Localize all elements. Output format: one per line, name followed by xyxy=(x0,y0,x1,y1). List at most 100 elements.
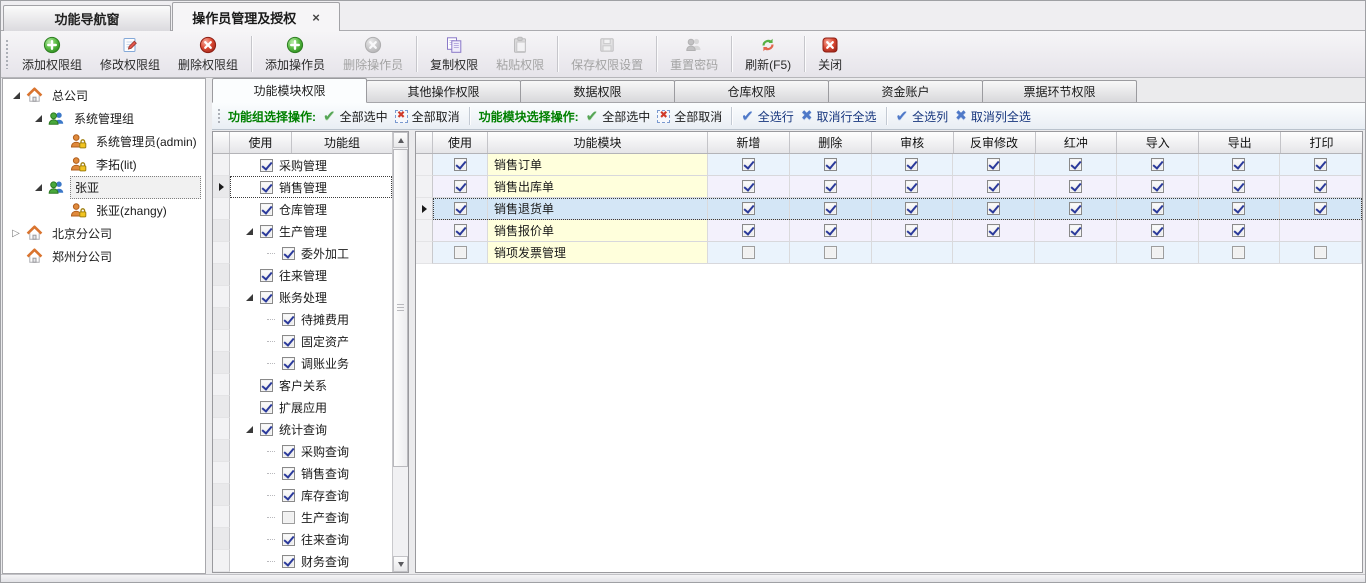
permission-checkbox[interactable] xyxy=(905,202,918,215)
permission-checkbox[interactable] xyxy=(1069,202,1082,215)
permission-checkbox[interactable] xyxy=(824,246,837,259)
scrollbar-thumb[interactable] xyxy=(393,149,408,467)
function-group-row-3[interactable]: 生产管理 xyxy=(213,220,392,242)
permission-checkbox[interactable] xyxy=(742,180,755,193)
permission-checkbox[interactable] xyxy=(824,202,837,215)
function-group-row-2[interactable]: 仓库管理 xyxy=(213,198,392,220)
function-group-row-9[interactable]: 调账业务 xyxy=(213,352,392,374)
permission-checkbox[interactable] xyxy=(1069,224,1082,237)
module-row-0[interactable]: 销售订单 xyxy=(416,154,1362,176)
function-group-row-6[interactable]: 账务处理 xyxy=(213,286,392,308)
scroll-down-icon[interactable] xyxy=(393,556,408,572)
function-group-row-0[interactable]: 采购管理 xyxy=(213,154,392,176)
function-group-row-16[interactable]: 生产查询 xyxy=(213,506,392,528)
use-checkbox[interactable] xyxy=(260,203,273,216)
permission-checkbox[interactable] xyxy=(905,180,918,193)
use-checkbox[interactable] xyxy=(260,269,273,282)
delete-operator-button[interactable]: 删除操作员 xyxy=(334,31,412,77)
function-group-row-15[interactable]: 库存查询 xyxy=(213,484,392,506)
permission-checkbox[interactable] xyxy=(1151,246,1164,259)
use-checkbox[interactable] xyxy=(282,445,295,458)
paste-permission-button[interactable]: 粘贴权限 xyxy=(487,31,553,77)
use-checkbox[interactable] xyxy=(454,246,467,259)
permission-checkbox[interactable] xyxy=(742,158,755,171)
edit-permission-group-button[interactable]: 修改权限组 xyxy=(91,31,169,77)
delete-permission-group-button[interactable]: 删除权限组 xyxy=(169,31,247,77)
select-all-cols-button[interactable]: ✔全选列 xyxy=(896,108,949,125)
close-tab-icon[interactable]: × xyxy=(312,11,320,24)
function-group-row-17[interactable]: 往来查询 xyxy=(213,528,392,550)
use-checkbox[interactable] xyxy=(260,181,273,194)
use-checkbox[interactable] xyxy=(454,158,467,171)
use-checkbox[interactable] xyxy=(282,467,295,480)
org-tree-item-6[interactable]: ▷北京分公司 xyxy=(3,222,205,245)
deselect-all-rows-button[interactable]: ✖取消行全选 xyxy=(801,108,877,125)
org-tree-item-7[interactable]: 郑州分公司 xyxy=(3,245,205,268)
permission-checkbox[interactable] xyxy=(742,246,755,259)
permission-tab-5[interactable]: 票据环节权限 xyxy=(982,80,1137,102)
save-permission-button[interactable]: 保存权限设置 xyxy=(562,31,652,77)
permission-checkbox[interactable] xyxy=(742,224,755,237)
use-checkbox[interactable] xyxy=(454,224,467,237)
permission-checkbox[interactable] xyxy=(905,224,918,237)
function-group-row-18[interactable]: 财务查询 xyxy=(213,550,392,572)
function-group-row-12[interactable]: 统计查询 xyxy=(213,418,392,440)
use-checkbox[interactable] xyxy=(260,291,273,304)
permission-checkbox[interactable] xyxy=(1314,158,1327,171)
function-group-row-5[interactable]: 往来管理 xyxy=(213,264,392,286)
tab-operator-management[interactable]: 操作员管理及授权 × xyxy=(172,2,340,31)
use-checkbox[interactable] xyxy=(260,379,273,392)
permission-checkbox[interactable] xyxy=(1232,158,1245,171)
permission-checkbox[interactable] xyxy=(1232,180,1245,193)
permission-checkbox[interactable] xyxy=(1232,202,1245,215)
org-tree-item-2[interactable]: 系统管理员(admin) xyxy=(3,130,205,153)
permission-checkbox[interactable] xyxy=(1151,180,1164,193)
tab-function-navigation[interactable]: 功能导航窗 xyxy=(3,5,171,31)
function-group-row-7[interactable]: 待摊费用 xyxy=(213,308,392,330)
use-checkbox[interactable] xyxy=(282,247,295,260)
group-grid-scrollbar[interactable] xyxy=(392,132,408,572)
use-checkbox[interactable] xyxy=(282,313,295,326)
org-tree-item-0[interactable]: 总公司 xyxy=(3,84,205,107)
permission-tab-2[interactable]: 数据权限 xyxy=(520,80,675,102)
permission-checkbox[interactable] xyxy=(1314,202,1327,215)
deselect-all-cols-button[interactable]: ✖取消列全选 xyxy=(955,108,1031,125)
use-checkbox[interactable] xyxy=(282,357,295,370)
module-row-1[interactable]: 销售出库单 xyxy=(416,176,1362,198)
function-group-row-4[interactable]: 委外加工 xyxy=(213,242,392,264)
function-group-row-10[interactable]: 客户关系 xyxy=(213,374,392,396)
group-select-all-button[interactable]: ✔全部选中 xyxy=(323,108,388,125)
module-row-2[interactable]: 销售退货单 xyxy=(416,198,1362,220)
use-checkbox[interactable] xyxy=(260,401,273,414)
scroll-up-icon[interactable] xyxy=(393,132,408,148)
permission-checkbox[interactable] xyxy=(987,180,1000,193)
module-row-4[interactable]: 销项发票管理 xyxy=(416,242,1362,264)
use-checkbox[interactable] xyxy=(282,335,295,348)
function-group-row-14[interactable]: 销售查询 xyxy=(213,462,392,484)
use-checkbox[interactable] xyxy=(260,159,273,172)
org-tree-item-1[interactable]: 系统管理组 xyxy=(3,107,205,130)
group-deselect-all-button[interactable]: ✖全部取消 xyxy=(395,108,460,125)
expander-closed-icon[interactable]: ▷ xyxy=(9,229,23,239)
permission-checkbox[interactable] xyxy=(1069,158,1082,171)
use-checkbox[interactable] xyxy=(260,225,273,238)
add-operator-button[interactable]: 添加操作员 xyxy=(256,31,334,77)
permission-checkbox[interactable] xyxy=(987,224,1000,237)
org-tree-item-4[interactable]: 张亚 xyxy=(3,176,205,199)
expander-open-icon[interactable] xyxy=(31,184,45,191)
function-group-row-11[interactable]: 扩展应用 xyxy=(213,396,392,418)
use-checkbox[interactable] xyxy=(282,555,295,568)
permission-checkbox[interactable] xyxy=(987,202,1000,215)
use-checkbox[interactable] xyxy=(282,533,295,546)
permission-checkbox[interactable] xyxy=(824,224,837,237)
expander-open-icon[interactable] xyxy=(242,294,256,301)
reset-password-button[interactable]: 重置密码 xyxy=(661,31,727,77)
use-checkbox[interactable] xyxy=(454,202,467,215)
use-checkbox[interactable] xyxy=(260,423,273,436)
permission-tab-0[interactable]: 功能模块权限 xyxy=(212,78,367,103)
permission-checkbox[interactable] xyxy=(1151,224,1164,237)
copy-permission-button[interactable]: 复制权限 xyxy=(421,31,487,77)
use-checkbox[interactable] xyxy=(454,180,467,193)
module-select-all-button[interactable]: ✔全部选中 xyxy=(586,108,651,125)
permission-tab-3[interactable]: 仓库权限 xyxy=(674,80,829,102)
